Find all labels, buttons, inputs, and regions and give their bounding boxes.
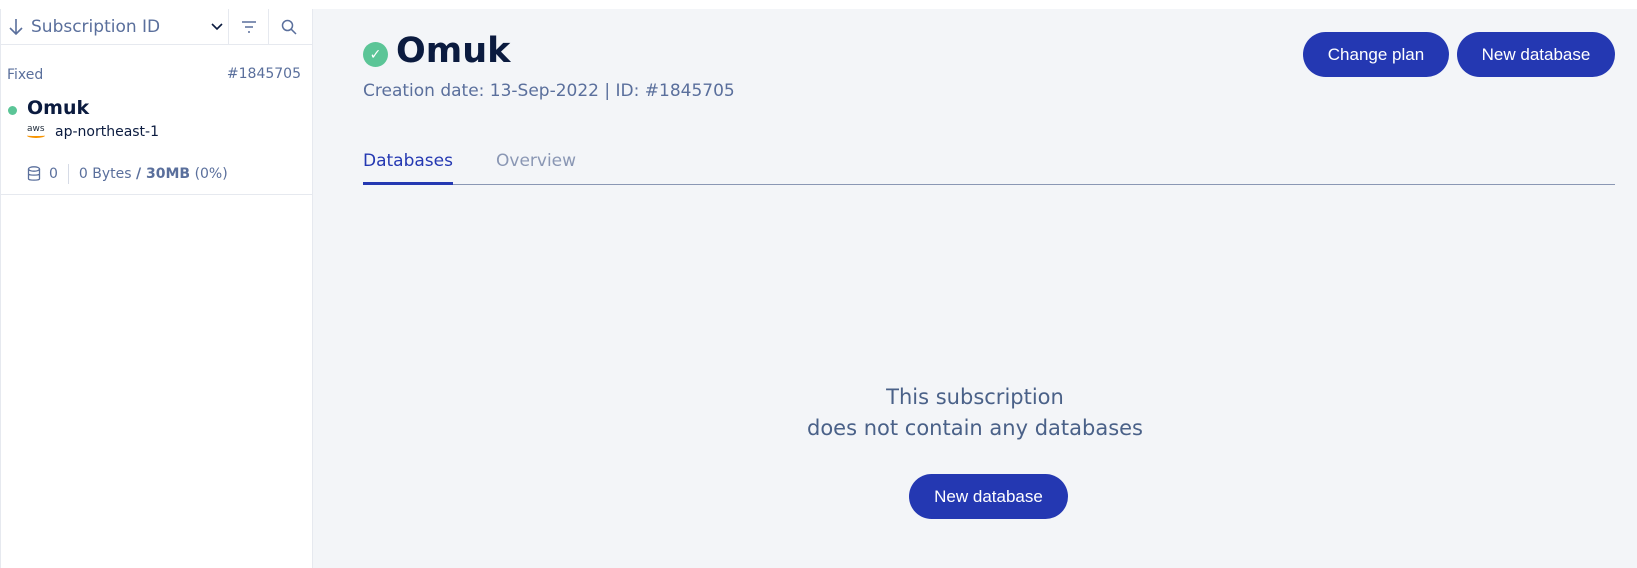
sort-bar: Subscription ID (1, 8, 314, 45)
tab-overview[interactable]: Overview (496, 151, 576, 177)
check-icon: ✓ (363, 42, 388, 67)
database-icon (27, 166, 41, 181)
subscription-region: ap-northeast-1 (55, 124, 160, 140)
subscriptions-sidebar: Subscription ID Fixed #1845705 Omuk aws … (0, 8, 314, 568)
empty-state-line2: does not contain any databases (807, 416, 1143, 440)
sort-select-label[interactable]: Subscription ID (31, 17, 206, 37)
empty-state-message: This subscription does not contain any d… (789, 382, 1161, 444)
search-icon (281, 19, 297, 35)
tab-bar: Databases Overview (363, 151, 1615, 185)
chevron-down-icon[interactable] (206, 22, 228, 31)
database-count: 0 (49, 166, 58, 182)
subscription-detail: ✓ Omuk Creation date: 13-Sep-2022 | ID: … (313, 9, 1637, 568)
sort-down-icon[interactable] (1, 9, 31, 45)
usage-percent: (0%) (194, 166, 228, 182)
change-plan-button[interactable]: Change plan (1303, 32, 1449, 77)
aws-logo: aws (27, 125, 47, 141)
status-dot (8, 106, 17, 115)
tab-databases[interactable]: Databases (363, 151, 453, 185)
divider (67, 164, 69, 184)
filter-button[interactable] (228, 8, 268, 45)
subscription-card[interactable]: Fixed #1845705 Omuk aws ap-northeast-1 0… (1, 45, 314, 195)
page-title: Omuk (396, 31, 511, 71)
usage-used: 0 Bytes (78, 166, 132, 182)
subscription-id: #1845705 (226, 66, 301, 82)
usage-limit: / 30MB (136, 166, 191, 182)
subscription-type: Fixed (7, 67, 44, 83)
subscription-name: Omuk (27, 97, 90, 119)
empty-state-line1: This subscription (886, 385, 1064, 409)
search-button[interactable] (268, 8, 308, 45)
empty-state-new-database-button[interactable]: New database (909, 474, 1068, 519)
new-database-button[interactable]: New database (1457, 32, 1615, 77)
subscription-stats: 0 0 Bytes / 30MB (0%) (27, 164, 228, 184)
filter-icon (241, 20, 256, 33)
creation-info: Creation date: 13-Sep-2022 | ID: #184570… (363, 81, 735, 101)
